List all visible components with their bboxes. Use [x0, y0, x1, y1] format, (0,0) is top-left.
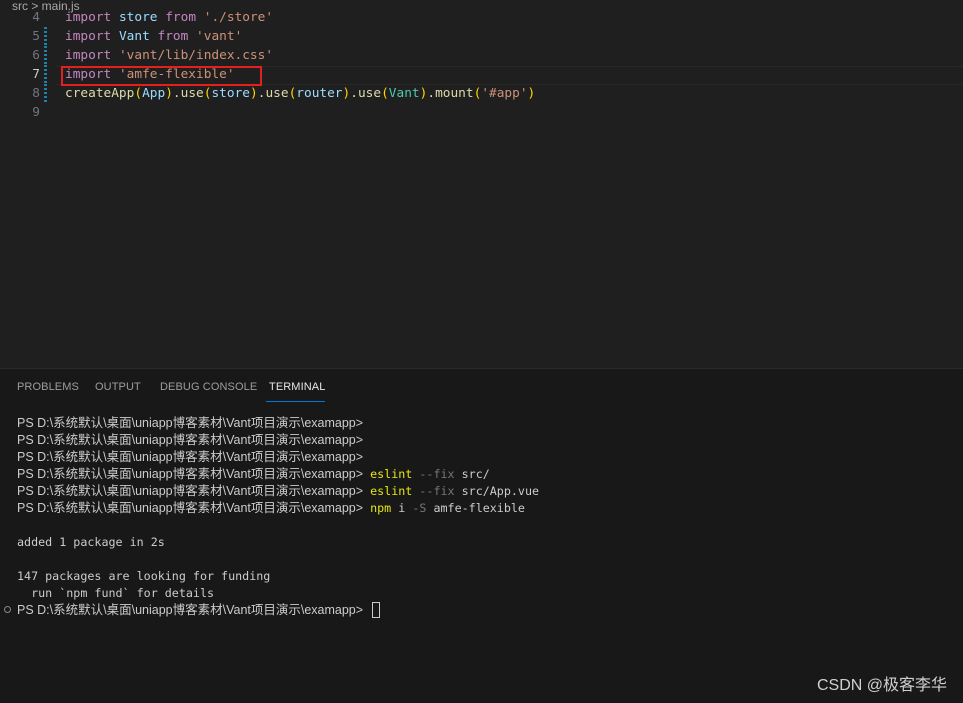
- terminal-line: PS D:\系统默认\桌面\uniapp博客素材\Vant项目演示\examap…: [17, 483, 539, 500]
- code-token: import: [65, 29, 112, 44]
- code-token: './store': [203, 10, 274, 25]
- code-token: .: [427, 86, 436, 101]
- terminal-command: npm: [370, 501, 392, 515]
- tab-problems[interactable]: PROBLEMS: [17, 381, 79, 393]
- code-token: ): [527, 86, 536, 101]
- terminal-cursor[interactable]: [372, 602, 381, 618]
- code-line[interactable]: 4 import store from './store': [0, 8, 963, 27]
- terminal-line: PS D:\系统默认\桌面\uniapp博客素材\Vant项目演示\examap…: [17, 432, 363, 449]
- line-number: 6: [32, 48, 40, 63]
- code-text: import 'vant/lib/index.css': [65, 46, 273, 65]
- terminal-line: added 1 package in 2s: [17, 534, 165, 551]
- code-text: import store from './store': [65, 8, 273, 27]
- code-token: use: [265, 86, 289, 101]
- terminal-flag: --fix: [412, 484, 455, 498]
- code-token: '#app': [481, 86, 528, 101]
- code-line[interactable]: 6 import 'vant/lib/index.css': [0, 46, 963, 65]
- terminal-text: added 1 package in 2s: [17, 535, 165, 549]
- terminal-prompt: PS D:\系统默认\桌面\uniapp博客素材\Vant项目演示\examap…: [17, 450, 364, 464]
- terminal-line: run `npm fund` for details: [17, 585, 214, 602]
- terminal-flag: -S: [405, 501, 427, 515]
- modified-gutter-marker: [44, 27, 47, 46]
- code-token: App: [142, 86, 166, 101]
- code-token: use: [180, 86, 204, 101]
- terminal-command: eslint: [370, 467, 413, 481]
- line-number: 5: [32, 29, 40, 44]
- terminal-line: PS D:\系统默认\桌面\uniapp博客素材\Vant项目演示\examap…: [17, 466, 490, 483]
- code-editor[interactable]: src > main.js 4 import store from './stor…: [0, 0, 963, 368]
- terminal-arg: src/App.vue: [454, 484, 540, 498]
- command-status-circle-icon[interactable]: [4, 606, 11, 613]
- modified-gutter-marker: [44, 65, 47, 84]
- terminal-line: 147 packages are looking for funding: [17, 568, 270, 585]
- code-token: store: [211, 86, 250, 101]
- red-highlight-box: [61, 66, 262, 86]
- code-token: Vant: [388, 86, 420, 101]
- modified-gutter-marker: [44, 46, 47, 65]
- code-token: use: [357, 86, 382, 101]
- tab-terminal[interactable]: TERMINAL: [269, 381, 325, 393]
- code-token: ): [165, 86, 173, 101]
- code-text: createApp(App).use(store).use(router).us…: [65, 84, 535, 103]
- bottom-panel: PROBLEMS OUTPUT DEBUG CONSOLE TERMINAL P…: [0, 368, 963, 703]
- code-line[interactable]: 5 import Vant from 'vant': [0, 27, 963, 46]
- terminal-flag: --fix: [412, 467, 455, 481]
- tab-output[interactable]: OUTPUT: [95, 381, 141, 393]
- code-token: store: [118, 10, 158, 25]
- terminal-prompt: PS D:\系统默认\桌面\uniapp博客素材\Vant项目演示\examap…: [17, 603, 364, 617]
- code-text: import Vant from 'vant': [65, 27, 242, 46]
- code-token: 'vant/lib/index.css': [118, 48, 274, 63]
- terminal-text: 147 packages are looking for funding: [17, 569, 271, 583]
- terminal-arg: amfe-flexible: [426, 501, 525, 515]
- code-token: import: [65, 48, 112, 63]
- breadcrumb[interactable]: src > main.js: [12, 0, 80, 12]
- terminal-line: PS D:\系统默认\桌面\uniapp博客素材\Vant项目演示\examap…: [17, 602, 381, 619]
- code-token: from: [165, 10, 197, 25]
- code-line[interactable]: 9: [0, 103, 963, 122]
- code-token: (: [134, 86, 143, 101]
- modified-gutter-marker: [44, 84, 47, 103]
- line-number: 8: [32, 86, 40, 101]
- terminal-prompt: PS D:\系统默认\桌面\uniapp博客素材\Vant项目演示\examap…: [17, 467, 364, 481]
- terminal-line: PS D:\系统默认\桌面\uniapp博客素材\Vant项目演示\examap…: [17, 449, 363, 466]
- code-token: Vant: [118, 29, 150, 44]
- code-token: mount: [435, 86, 474, 101]
- terminal-command: eslint: [370, 484, 413, 498]
- terminal-text: run `npm fund` for details: [17, 586, 215, 600]
- code-token: ): [250, 86, 258, 101]
- code-token: from: [157, 29, 189, 44]
- tab-debug-console[interactable]: DEBUG CONSOLE: [160, 381, 257, 393]
- terminal-arg: src/: [454, 467, 490, 481]
- terminal-prompt: PS D:\系统默认\桌面\uniapp博客素材\Vant项目演示\examap…: [17, 433, 364, 447]
- code-token: (: [381, 86, 389, 101]
- code-token: createApp: [65, 86, 135, 101]
- terminal-line: PS D:\系统默认\桌面\uniapp博客素材\Vant项目演示\examap…: [17, 500, 525, 517]
- code-token: 'vant': [196, 29, 243, 44]
- line-number: 7: [32, 67, 40, 82]
- active-tab-indicator: [266, 401, 325, 402]
- terminal-prompt: PS D:\系统默认\桌面\uniapp博客素材\Vant项目演示\examap…: [17, 484, 364, 498]
- code-token: .: [350, 86, 358, 101]
- code-token: router: [296, 86, 343, 101]
- line-number: 9: [32, 105, 40, 120]
- terminal-arg: i: [391, 501, 406, 515]
- code-line[interactable]: 8 createApp(App).use(store).use(router).u…: [0, 84, 963, 103]
- terminal-prompt: PS D:\系统默认\桌面\uniapp博客素材\Vant项目演示\examap…: [17, 501, 364, 515]
- terminal-prompt: PS D:\系统默认\桌面\uniapp博客素材\Vant项目演示\examap…: [17, 416, 364, 430]
- code-token: .: [172, 86, 181, 101]
- terminal-line: PS D:\系统默认\桌面\uniapp博客素材\Vant项目演示\examap…: [17, 415, 363, 432]
- watermark: CSDN @极客李华: [816, 677, 947, 694]
